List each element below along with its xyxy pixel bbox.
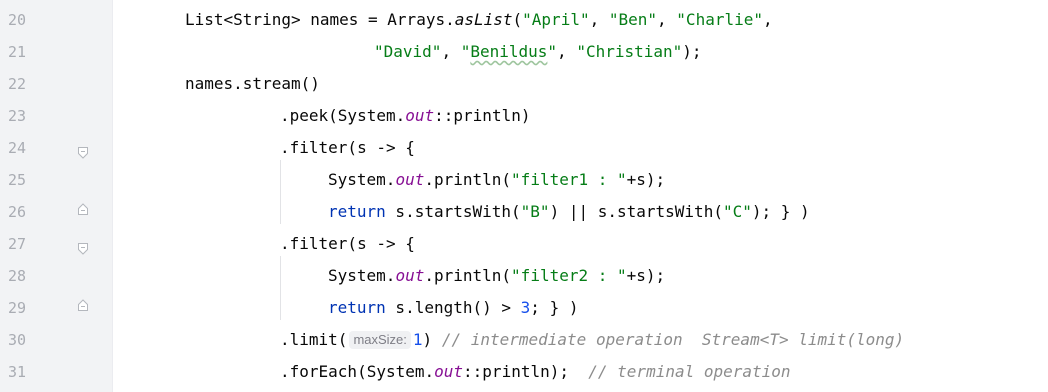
string-literal: "April" xyxy=(522,10,590,29)
code-line[interactable]: System.out.println("filter1 : "+s); xyxy=(112,168,1048,192)
line-number: 26 xyxy=(8,203,27,221)
code-line[interactable]: return s.startsWith("B") || s.startsWith… xyxy=(112,200,1048,224)
line-number-gutter[interactable]: 20 21 22 23 24 25 26 27 28 29 30 31 xyxy=(0,0,113,392)
static-field: out xyxy=(395,170,425,189)
fold-end-icon[interactable] xyxy=(76,202,90,216)
static-field: out xyxy=(434,362,464,381)
code-line[interactable]: names.stream() xyxy=(112,72,1048,96)
line-number: 29 xyxy=(8,299,27,317)
string-literal: "Christian" xyxy=(576,42,683,61)
code-token: ) || s.startsWith( xyxy=(549,202,723,221)
code-token: .filter(s -> { xyxy=(280,234,415,253)
fold-end-icon[interactable] xyxy=(76,298,90,312)
code-line[interactable]: .peek(System.out::println) xyxy=(112,104,1048,128)
code-token: ); } ) xyxy=(751,202,810,221)
line-number: 22 xyxy=(8,75,27,93)
comment: // terminal operation xyxy=(588,362,791,381)
code-token: .peek(System. xyxy=(280,106,406,125)
parameter-hint[interactable]: maxSize: xyxy=(349,331,411,349)
code-line[interactable]: List<String> names = Arrays.asList("Apri… xyxy=(112,8,1048,32)
code-token: s.length() > xyxy=(385,298,521,317)
code-token: .forEach(System. xyxy=(280,362,435,381)
code-token: .println( xyxy=(424,170,512,189)
code-token: , xyxy=(557,42,577,61)
code-line[interactable]: return s.length() > 3; } ) xyxy=(112,296,1048,320)
code-area[interactable]: List<String> names = Arrays.asList("Apri… xyxy=(112,0,1048,392)
fold-collapse-icon[interactable] xyxy=(76,242,90,256)
code-token: +s); xyxy=(626,170,666,189)
string-literal: "B" xyxy=(520,202,550,221)
string-literal: " xyxy=(460,42,471,61)
code-token: ); xyxy=(682,42,702,61)
code-token: ::println) xyxy=(434,106,531,125)
comment: // intermediate operation Stream<T> limi… xyxy=(441,330,905,349)
static-field: out xyxy=(395,266,425,285)
keyword: return xyxy=(328,202,386,221)
code-line[interactable]: .limit(maxSize: 1) // intermediate operat… xyxy=(112,328,1048,352)
code-token: .println( xyxy=(424,266,512,285)
code-token: , xyxy=(589,10,609,29)
line-number: 30 xyxy=(8,331,27,349)
line-number: 20 xyxy=(8,11,27,29)
code-token: +s); xyxy=(626,266,666,285)
line-number: 28 xyxy=(8,267,27,285)
code-line[interactable]: .filter(s -> { xyxy=(112,136,1048,160)
typo-highlight: Benildus xyxy=(470,42,548,61)
string-literal: "filter1 : " xyxy=(511,170,627,189)
code-token: ( xyxy=(512,10,523,29)
code-token: ; } ) xyxy=(530,298,579,317)
code-token: .limit( xyxy=(280,330,348,349)
line-number: 23 xyxy=(8,107,27,125)
string-literal: "David" xyxy=(374,42,442,61)
code-token: , xyxy=(657,10,677,29)
code-token: System. xyxy=(328,266,396,285)
code-token: names.stream() xyxy=(185,74,320,93)
string-literal: "Charlie" xyxy=(676,10,763,29)
code-token: asList xyxy=(454,10,513,29)
keyword: return xyxy=(328,298,386,317)
code-line[interactable]: .filter(s -> { xyxy=(112,232,1048,256)
line-number: 21 xyxy=(8,43,27,61)
code-line[interactable]: .forEach(System.out::println); // termin… xyxy=(112,360,1048,384)
line-number: 24 xyxy=(8,139,27,157)
string-literal: "Ben" xyxy=(608,10,658,29)
code-token: List<String> names = Arrays. xyxy=(185,10,455,29)
line-number: 31 xyxy=(8,363,27,381)
code-token: , xyxy=(763,10,773,29)
code-token: s.startsWith( xyxy=(385,202,521,221)
static-field: out xyxy=(405,106,435,125)
code-token: ::println); xyxy=(463,362,589,381)
code-token: , xyxy=(441,42,461,61)
string-literal: "C" xyxy=(722,202,752,221)
fold-collapse-icon[interactable] xyxy=(76,146,90,160)
code-line[interactable]: "David", "Benildus", "Christian"); xyxy=(112,40,1048,64)
code-token: .filter(s -> { xyxy=(280,138,415,157)
number-literal: 3 xyxy=(520,298,531,317)
line-number: 27 xyxy=(8,235,27,253)
string-literal: " xyxy=(547,42,558,61)
code-token: ) xyxy=(422,330,442,349)
number-literal: 1 xyxy=(412,330,423,349)
string-literal: "filter2 : " xyxy=(511,266,627,285)
code-line[interactable]: System.out.println("filter2 : "+s); xyxy=(112,264,1048,288)
code-token: System. xyxy=(328,170,396,189)
line-number: 25 xyxy=(8,171,27,189)
code-editor[interactable]: 20 21 22 23 24 25 26 27 28 29 30 31 List… xyxy=(0,0,1048,392)
